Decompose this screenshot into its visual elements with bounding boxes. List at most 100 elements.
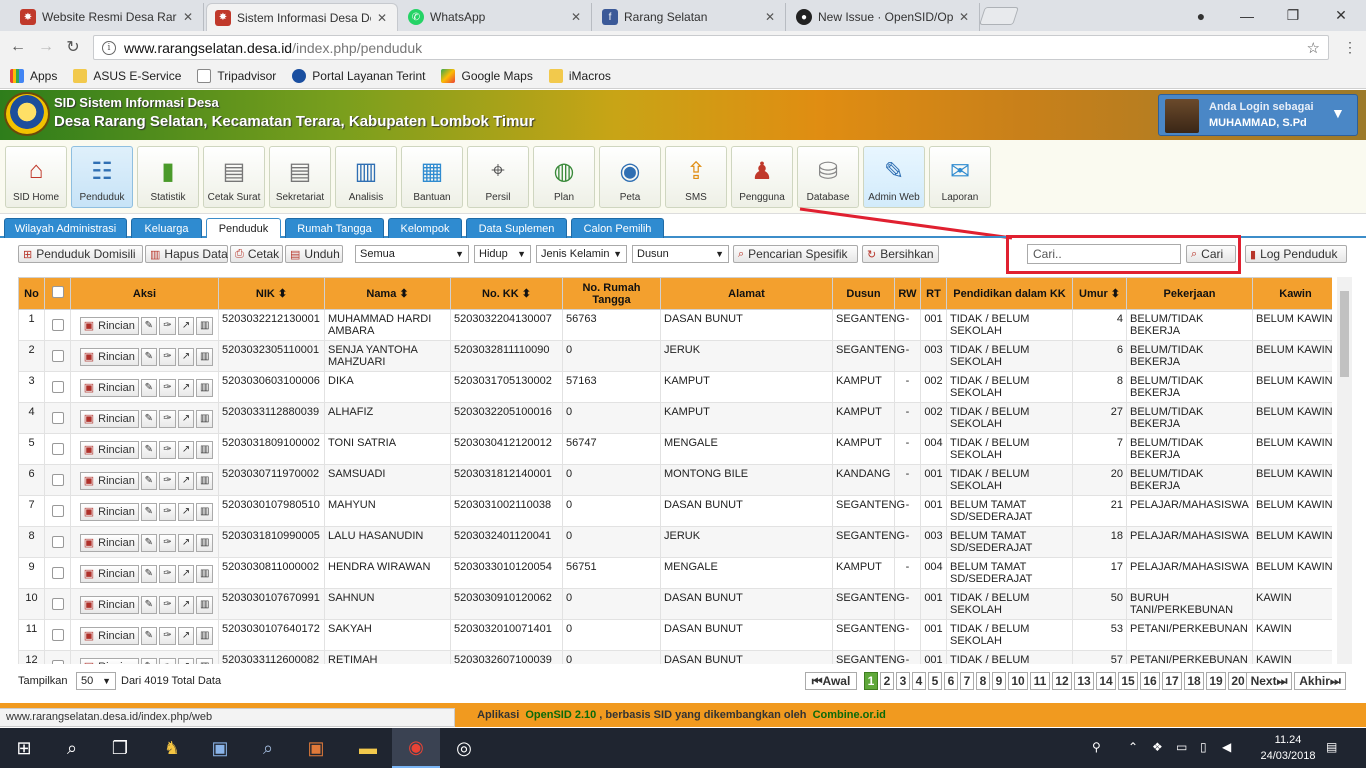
edit-button[interactable]: ✎ [140,565,158,583]
edit-button[interactable]: ✎ [140,534,158,552]
page-number-button[interactable]: 6 [944,672,958,690]
row-checkbox[interactable] [51,629,64,641]
penduduk-domisili-button[interactable]: ⊞ Penduduk Domisili [18,245,143,263]
battery-icon[interactable]: ▯ [1200,740,1207,754]
edit-button[interactable]: ✎ [140,441,158,459]
share-button[interactable]: ↗ [177,317,195,335]
wrench-button[interactable]: ✑ [159,627,176,645]
row-checkbox[interactable] [51,474,64,486]
delete-button[interactable]: ▥ [196,317,214,335]
table-scrollbar[interactable] [1337,277,1352,664]
page-number-button[interactable]: 15 [1118,672,1138,690]
media-icon[interactable]: ▣ [292,728,340,768]
search-app-icon[interactable]: ⌕ [244,728,292,768]
rincian-button[interactable]: ▣Rincian [80,410,139,428]
row-checkbox[interactable] [51,319,64,331]
wrench-button[interactable]: ✑ [159,441,176,459]
share-button[interactable]: ↗ [177,441,195,459]
rincian-button[interactable]: ▣Rincian [80,317,139,335]
share-button[interactable]: ↗ [177,503,195,521]
hidup-select[interactable]: Hidup ▼ [474,245,531,263]
tab-kelompok[interactable]: Kelompok [388,218,462,238]
search-icon[interactable]: ⌕ [48,728,96,768]
page-next-button[interactable]: Next ⏭ [1246,672,1292,690]
edit-button[interactable]: ✎ [140,472,158,490]
page-number-button[interactable]: 7 [960,672,974,690]
network-icon[interactable]: ▭ [1176,740,1187,754]
scrollbar-thumb[interactable] [1340,291,1349,377]
wrench-button[interactable]: ✑ [159,348,176,366]
row-checkbox[interactable] [51,443,64,455]
pencarian-spesifik-button[interactable]: ⌕ Pencarian Spesifik [733,245,858,263]
dusun-select[interactable]: Dusun ▼ [632,245,729,263]
delete-button[interactable]: ▥ [196,348,214,366]
rincian-button[interactable]: ▣Rincian [80,565,139,583]
page-number-button[interactable]: 9 [992,672,1006,690]
row-checkbox[interactable] [51,412,64,424]
edit-button[interactable]: ✎ [140,658,158,664]
page-number-button[interactable]: 2 [880,672,894,690]
wrench-button[interactable]: ✑ [159,534,176,552]
delete-button[interactable]: ▥ [196,658,214,664]
row-checkbox[interactable] [51,505,64,517]
share-button[interactable]: ↗ [177,658,195,664]
file-explorer-icon[interactable]: ▬ [344,728,392,768]
unduh-button[interactable]: ▤ Unduh [285,245,343,263]
page-number-button[interactable]: 1 [864,672,878,690]
delete-button[interactable]: ▥ [196,410,214,428]
delete-button[interactable]: ▥ [196,441,214,459]
wrench-button[interactable]: ✑ [159,596,176,614]
volume-icon[interactable]: ◀ [1222,740,1231,754]
page-number-button[interactable]: 13 [1074,672,1094,690]
rincian-button[interactable]: ▣Rincian [80,596,139,614]
dropbox-icon[interactable]: ❖ [1152,740,1163,754]
share-button[interactable]: ↗ [177,410,195,428]
notifications-icon[interactable]: ▤ [1326,740,1337,754]
share-button[interactable]: ↗ [177,348,195,366]
tab-data-suplemen[interactable]: Data Suplemen [466,218,567,238]
delete-button[interactable]: ▥ [196,379,214,397]
wrench-button[interactable]: ✑ [159,565,176,583]
tab-wilayah-administrasi[interactable]: Wilayah Administrasi [4,218,127,238]
edit-button[interactable]: ✎ [140,317,158,335]
rincian-button[interactable]: ▣Rincian [80,503,139,521]
tab-penduduk[interactable]: Penduduk [206,218,281,238]
wrench-button[interactable]: ✑ [159,503,176,521]
share-button[interactable]: ↗ [177,379,195,397]
task-view-icon[interactable]: ❐ [96,728,144,768]
chevron-up-icon[interactable]: ⌃ [1128,740,1138,754]
col-no-kk[interactable]: No. KK ⬍ [450,277,563,310]
share-button[interactable]: ↗ [177,534,195,552]
wrench-button[interactable]: ✑ [159,379,176,397]
page-awal-button[interactable]: ⏮ Awal [805,672,857,690]
edit-button[interactable]: ✎ [140,379,158,397]
page-number-button[interactable]: 20 [1228,672,1248,690]
rincian-button[interactable]: ▣Rincian [80,379,139,397]
edit-button[interactable]: ✎ [140,410,158,428]
wrench-button[interactable]: ✑ [159,410,176,428]
page-number-button[interactable]: 14 [1096,672,1116,690]
row-checkbox[interactable] [51,536,64,548]
footer-app-link[interactable]: OpenSID 2.10 [525,709,596,721]
page-number-button[interactable]: 19 [1206,672,1226,690]
page-number-button[interactable]: 16 [1140,672,1160,690]
jenis-kelamin-select[interactable]: Jenis Kelamin ▼ [536,245,627,263]
delete-button[interactable]: ▥ [196,565,214,583]
share-button[interactable]: ↗ [177,627,195,645]
photos-icon[interactable]: ▣ [196,728,244,768]
page-number-button[interactable]: 11 [1030,672,1050,690]
edit-button[interactable]: ✎ [140,627,158,645]
share-button[interactable]: ↗ [177,596,195,614]
rincian-button[interactable]: ▣Rincian [80,348,139,366]
share-button[interactable]: ↗ [177,472,195,490]
per-page-select[interactable]: 50 ▼ [76,672,116,690]
status-select[interactable]: Semua ▼ [355,245,469,263]
delete-button[interactable]: ▥ [196,472,214,490]
delete-button[interactable]: ▥ [196,627,214,645]
windows-start-icon[interactable]: ⊞ [0,728,48,768]
col-umur[interactable]: Umur ⬍ [1072,277,1127,310]
page-number-button[interactable]: 18 [1184,672,1204,690]
chrome-icon[interactable]: ◉ [392,728,440,768]
tab-keluarga[interactable]: Keluarga [131,218,202,238]
wrench-button[interactable]: ✑ [159,317,176,335]
